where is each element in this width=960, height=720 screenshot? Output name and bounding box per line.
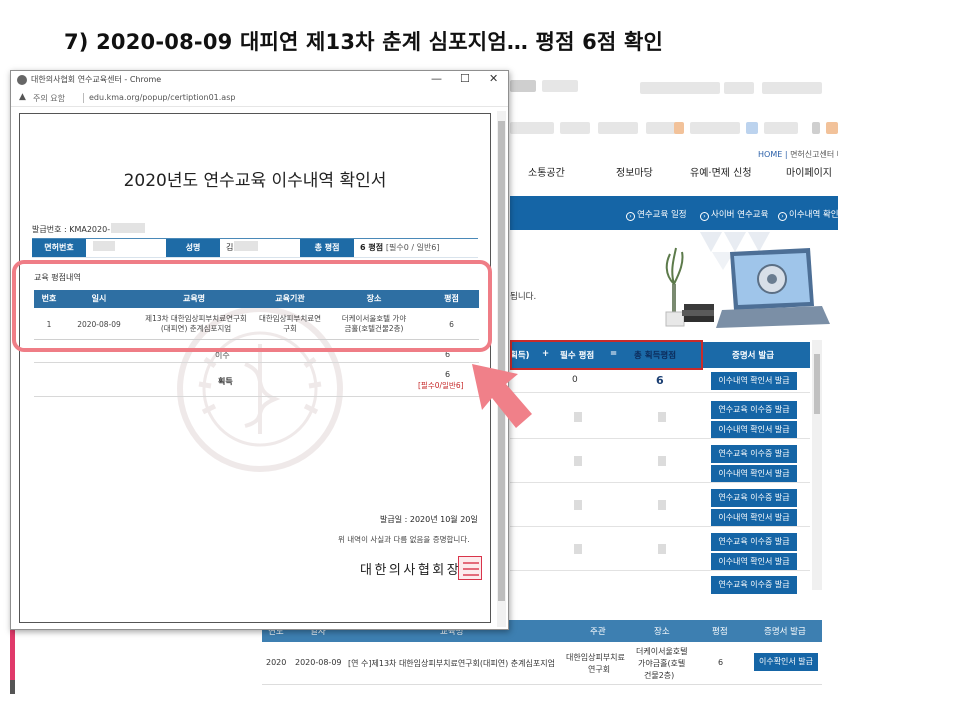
blurred-value [234, 241, 259, 251]
bottom-year: 2020 [266, 658, 287, 667]
required-score-value: 0 [572, 375, 578, 385]
bottom-place: 가야금홀(호텔 [638, 659, 686, 668]
cert-button[interactable]: 연수교육 이수증 발급 [711, 533, 797, 551]
arrow-circle-icon: › [626, 212, 635, 221]
history-cert-button[interactable]: 이수내역 확인서 발급 [711, 553, 797, 571]
bottom-place: 건물2층) [644, 671, 675, 680]
blurred-cell [574, 456, 582, 466]
earned-value: 6 [445, 370, 451, 379]
link-cyber[interactable]: › 사이버 연수교육 [700, 208, 768, 221]
window-title: 대한의사협회 연수교육센터 - Chrome [31, 75, 162, 84]
total-score-value: 6 평점 [필수0 / 일반6] [360, 243, 440, 252]
summary-col-cert: 증명서 발급 [732, 351, 775, 361]
issue-date: 발급일 : 2020년 10월 20일 [380, 515, 478, 524]
arrow-circle-icon: › [700, 212, 709, 221]
certificate-title: 2020년도 연수교육 이수내역 확인서 [123, 171, 387, 191]
url-text[interactable]: edu.kma.org/popup/certiption01.asp [89, 93, 235, 102]
name-label: 성명 [166, 239, 220, 257]
blurred-cell [658, 412, 666, 422]
close-icon[interactable]: ✕ [489, 72, 498, 85]
earned-detail: [필수0/일반6] [418, 381, 464, 390]
total-score-highlight [510, 340, 703, 370]
history-cert-button[interactable]: 이수내역 확인서 발급 [711, 421, 797, 439]
personal-info-row: 면허번호 성명 김 총 평점 6 평점 [필수0 / 일반6] [32, 238, 478, 258]
left-dark-strip [10, 680, 15, 694]
total-score-label: 총 평점 [300, 239, 354, 257]
maximize-icon[interactable]: ☐ [460, 72, 470, 85]
menu-item-exemption[interactable]: 유예·면제 신청 [690, 164, 752, 179]
background-website: HOME | 면허신고센터 바로 소통공간 정보마당 유예·면제 신청 마이페이… [510, 72, 838, 692]
blurred-value [111, 223, 146, 233]
link-history[interactable]: › 이수내역 확인 [778, 208, 838, 221]
official-seal-icon [458, 556, 482, 580]
blurred-cell [574, 500, 582, 510]
cert-button[interactable]: 연수교육 이수증 발급 [711, 489, 797, 507]
bottom-score: 6 [718, 658, 724, 667]
arrow-circle-icon: › [778, 212, 787, 221]
bottom-edu-name: [연 수]제13차 대한임상피부치료연구회(대피연) 춘계심포지엄 [348, 659, 555, 668]
address-bar[interactable]: ▲ 주의 요함 edu.kma.org/popup/certiption01.a… [11, 89, 508, 107]
certificate-document: 2020년도 연수교육 이수내역 확인서 발급번호 : KMA2020- 면허번… [19, 113, 491, 623]
summary-scrollbar[interactable] [812, 340, 822, 590]
bottom-col-cert: 증명서 발급 [764, 627, 806, 637]
blurred-cell [574, 412, 582, 422]
divider [34, 362, 479, 363]
warning-icon[interactable]: ▲ [19, 92, 26, 102]
edu-row-highlight [12, 260, 492, 352]
table-row [510, 438, 810, 439]
cert-button[interactable]: 연수교육 이수증 발급 [711, 576, 797, 594]
bottom-col-score: 평점 [712, 627, 728, 637]
menu-item-mypage[interactable]: 마이페이지 [786, 164, 832, 179]
association-name: 대한의사협회장 [360, 563, 462, 578]
blurred-cell [658, 456, 666, 466]
total-score-value: 6 [656, 374, 664, 387]
divider [34, 396, 479, 397]
table-row [510, 526, 810, 527]
blurred-cell [658, 544, 666, 554]
blurred-value [93, 241, 115, 251]
bottom-date: 2020-08-09 [295, 658, 342, 667]
table-row [510, 482, 810, 483]
bottom-org: 대한임상피부치료 [566, 653, 625, 662]
name-value: 김 [226, 239, 259, 257]
blurred-cell [574, 544, 582, 554]
bottom-cert-button[interactable]: 이수확인서 발급 [754, 653, 818, 671]
security-status[interactable]: 주의 요함 [33, 93, 65, 104]
history-cert-button[interactable]: 이수내역 확인서 발급 [711, 465, 797, 483]
link-schedule[interactable]: › 연수교육 일정 [626, 208, 687, 221]
left-accent-strip [10, 628, 15, 680]
screenshot-stage: 7) 2020-08-09 대피연 제13차 춘계 심포지엄… 평점 6점 확인… [0, 0, 960, 720]
home-link[interactable]: HOME | 면허신고센터 바로 [758, 149, 838, 160]
license-number-label: 면허번호 [32, 239, 86, 257]
bottom-col-org: 주관 [590, 627, 606, 637]
table-row [510, 392, 810, 393]
blurred-cell [658, 500, 666, 510]
pointer-arrow-icon [472, 364, 532, 428]
divider [262, 684, 822, 685]
minimize-icon[interactable]: — [431, 72, 442, 85]
kma-logo-icon [17, 75, 27, 85]
bottom-org: 연구회 [588, 665, 611, 674]
confirmation-text: 위 내역이 사실과 다름 없음을 증명합니다. [338, 535, 470, 544]
license-number-value [92, 239, 115, 257]
bottom-place: 더케이서울호텔 [636, 647, 688, 656]
menu-item-community[interactable]: 소통공간 [528, 164, 565, 179]
menu-item-info[interactable]: 정보마당 [616, 164, 653, 179]
history-cert-button[interactable]: 이수내역 확인서 발급 [711, 372, 797, 390]
history-cert-button[interactable]: 이수내역 확인서 발급 [711, 509, 797, 527]
scrollbar-thumb[interactable] [498, 121, 505, 601]
cert-button[interactable]: 연수교육 이수증 발급 [711, 445, 797, 463]
laptop-illustration-icon [665, 247, 830, 328]
notice-text: 됩니다. [510, 292, 537, 302]
earned-label: 획득 [218, 377, 233, 386]
table-row [510, 570, 810, 571]
scrollbar-thumb[interactable] [814, 354, 820, 414]
window-titlebar[interactable]: 대한의사협회 연수교육센터 - Chrome — ☐ ✕ [11, 71, 508, 89]
divider [83, 93, 84, 103]
issue-number: 발급번호 : KMA2020- [32, 223, 146, 235]
slide-title: 7) 2020-08-09 대피연 제13차 춘계 심포지엄… 평점 6점 확인 [64, 30, 663, 54]
cert-button[interactable]: 연수교육 이수증 발급 [711, 401, 797, 419]
bottom-col-place: 장소 [654, 627, 670, 637]
